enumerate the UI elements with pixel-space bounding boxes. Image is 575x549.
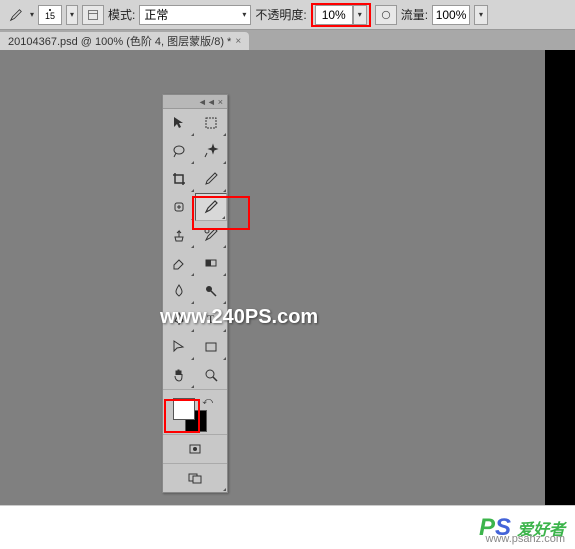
healing-brush-tool[interactable] xyxy=(163,193,195,221)
clone-stamp-tool[interactable] xyxy=(163,221,195,249)
flow-dropdown[interactable]: ▾ xyxy=(474,5,488,25)
crop-tool[interactable] xyxy=(163,165,195,193)
brush-size-preview[interactable]: 15 xyxy=(38,5,62,25)
mode-label: 模式: xyxy=(108,6,135,23)
tools-panel: ◄◄ × T ⤺ xyxy=(162,94,228,493)
flow-input[interactable]: 100% xyxy=(432,5,470,25)
eyedropper-tool[interactable] xyxy=(195,165,227,193)
footer-url: www.psahz.com xyxy=(486,533,565,545)
history-brush-tool[interactable] xyxy=(195,221,227,249)
gradient-tool[interactable] xyxy=(195,249,227,277)
blend-mode-value: 正常 xyxy=(144,6,168,23)
tab-close-icon[interactable]: × xyxy=(235,36,241,47)
brush-tool-icon[interactable] xyxy=(6,5,26,25)
magic-wand-tool[interactable] xyxy=(195,137,227,165)
opacity-highlight: 10% ▾ xyxy=(311,3,371,27)
swap-colors-icon[interactable]: ⤺ xyxy=(202,396,213,407)
path-selection-tool[interactable] xyxy=(163,333,195,361)
lasso-tool[interactable] xyxy=(163,137,195,165)
brush-size-value: 15 xyxy=(45,12,55,21)
color-swatch-area: ⤺ xyxy=(163,390,227,434)
document-tabbar: 20104367.psd @ 100% (色阶 4, 图层蒙版/8) * × xyxy=(0,30,575,50)
foreground-color[interactable] xyxy=(173,398,195,420)
opacity-dropdown[interactable]: ▾ xyxy=(353,5,367,25)
shape-tool[interactable] xyxy=(195,333,227,361)
marquee-tool[interactable] xyxy=(195,109,227,137)
options-bar: ▾ 15 ▾ 模式: 正常 ▾ 不透明度: 10% ▾ 流量: 100% ▾ xyxy=(0,0,575,30)
tools-panel-header[interactable]: ◄◄ × xyxy=(163,95,227,109)
footer: PS 爱好者 www.psahz.com xyxy=(0,505,575,549)
zoom-tool[interactable] xyxy=(195,361,227,389)
opacity-input[interactable]: 10% xyxy=(315,5,353,25)
blend-mode-dropdown[interactable]: 正常 ▾ xyxy=(139,5,251,25)
tool-preset-chevron[interactable]: ▾ xyxy=(30,10,34,19)
screen-mode-toggle[interactable] xyxy=(163,464,227,492)
collapse-icon[interactable]: ◄◄ xyxy=(198,97,216,107)
move-tool[interactable] xyxy=(163,109,195,137)
eraser-tool[interactable] xyxy=(163,249,195,277)
watermark-text: www.240PS.com xyxy=(160,306,318,329)
quick-mask-toggle[interactable] xyxy=(163,435,227,463)
blur-tool[interactable] xyxy=(163,277,195,305)
tab-title: 20104367.psd @ 100% (色阶 4, 图层蒙版/8) * xyxy=(8,33,231,49)
hand-tool[interactable] xyxy=(163,361,195,389)
close-icon[interactable]: × xyxy=(218,97,223,107)
document-tab[interactable]: 20104367.psd @ 100% (色阶 4, 图层蒙版/8) * × xyxy=(0,32,249,50)
brush-panel-toggle[interactable] xyxy=(82,5,104,25)
brush-preset-dropdown[interactable]: ▾ xyxy=(66,5,78,25)
dodge-tool[interactable] xyxy=(195,277,227,305)
brush-tool[interactable] xyxy=(195,193,227,221)
opacity-label: 不透明度: xyxy=(255,6,306,23)
canvas-black-edge xyxy=(545,50,575,505)
flow-label: 流量: xyxy=(401,6,428,23)
pressure-opacity-toggle[interactable] xyxy=(375,5,397,25)
